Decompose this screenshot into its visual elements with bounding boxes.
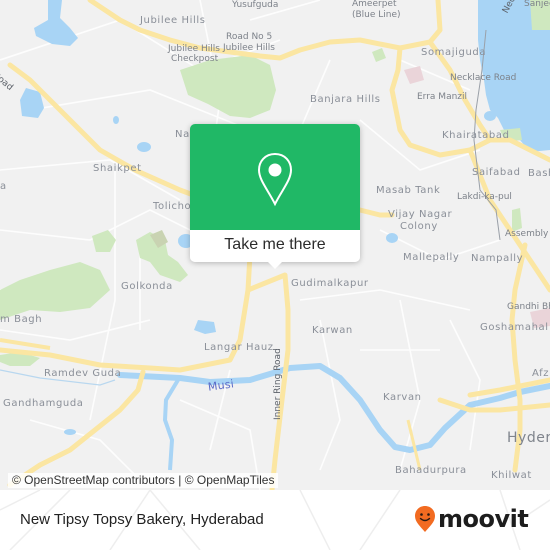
label-karwan: Karwan xyxy=(312,325,353,336)
label-tolichowki: Tolicho xyxy=(153,201,192,212)
footer-bar: New Tipsy Topsy Bakery, Hyderabad moovit xyxy=(0,490,550,550)
label-ramdev-guda: Ramdev Guda xyxy=(44,368,122,379)
label-ameerpet-line: (Blue Line) xyxy=(352,10,401,20)
label-banjara-hills: Banjara Hills xyxy=(310,94,381,105)
label-mallepally: Mallepally xyxy=(403,252,460,263)
label-saifabad: Saifabad xyxy=(472,167,521,178)
label-khilwat: Khilwat xyxy=(491,470,532,481)
take-me-there-button[interactable]: Take me there xyxy=(190,230,360,262)
label-somajiguda: Somajiguda xyxy=(421,47,487,58)
label-nampally: Nampally xyxy=(471,253,524,264)
label-necklace-road: Necklace Road xyxy=(450,73,517,83)
label-gudimalkapur: Gudimalkapur xyxy=(291,278,369,289)
moovit-logo[interactable]: moovit xyxy=(414,504,529,534)
label-shaikpet: Shaikpet xyxy=(93,163,142,174)
popup-pointer xyxy=(267,261,283,269)
label-masab-tank: Masab Tank xyxy=(376,185,441,196)
label-jubilee-hills: Jubilee Hills xyxy=(140,15,206,26)
label-vijay-nagar: Vijay Nagar xyxy=(388,209,453,220)
label-inner-ring-road: Inner Ring Road xyxy=(273,348,283,420)
label-bahadurpura: Bahadurpura xyxy=(395,465,467,476)
label-lakdi-ka-pul: Lakdi-ka-pul xyxy=(457,192,512,202)
label-erra-manzil: Erra Manzil xyxy=(417,92,468,102)
moovit-wordmark: moovit xyxy=(438,505,529,533)
label-langar-hauz: Langar Hauz xyxy=(204,342,274,353)
label-khairatabad: Khairatabad xyxy=(442,130,510,141)
label-bagh: m Bagh xyxy=(0,314,43,325)
place-title: New Tipsy Topsy Bakery, Hyderabad xyxy=(20,511,264,528)
map-attribution[interactable]: © OpenStreetMap contributors | © OpenMap… xyxy=(8,473,279,488)
moovit-smiley-pin-icon xyxy=(415,506,435,532)
label-sanjeevaiah: Sanjee xyxy=(524,0,550,9)
label-jh-checkpost-sub: Checkpost xyxy=(171,54,219,64)
label-bash: Bash xyxy=(528,168,550,179)
label-hyderabad: Hyder xyxy=(507,430,550,446)
label-gandhi-bhavan: Gandhi Bh xyxy=(507,302,550,312)
label-road-no-5-sub: Jubilee Hills xyxy=(223,43,275,53)
label-golkonda: Golkonda xyxy=(121,281,173,292)
label-vijay-nagar-sub: Colony xyxy=(400,221,438,232)
popup-header xyxy=(190,124,360,230)
label-assembly: Assembly xyxy=(505,229,549,239)
label-afzal: Afz xyxy=(532,368,550,379)
label-gandhamguda: Gandhamguda xyxy=(3,398,84,409)
label-karvan: Karvan xyxy=(383,392,422,403)
label-yusufguda: Yusufguda xyxy=(232,0,279,10)
location-pin-icon xyxy=(257,152,293,207)
river-branch xyxy=(162,378,180,471)
label-goshamahal: Goshamahal xyxy=(480,322,549,333)
map-view[interactable]: Jubilee Hills Yusufguda Ameerpet (Blue L… xyxy=(0,0,550,490)
destination-popup: Take me there xyxy=(190,124,360,269)
label-nampally-partial: Na xyxy=(175,129,190,140)
label-left-a: a xyxy=(0,181,7,192)
road-west xyxy=(0,338,51,350)
